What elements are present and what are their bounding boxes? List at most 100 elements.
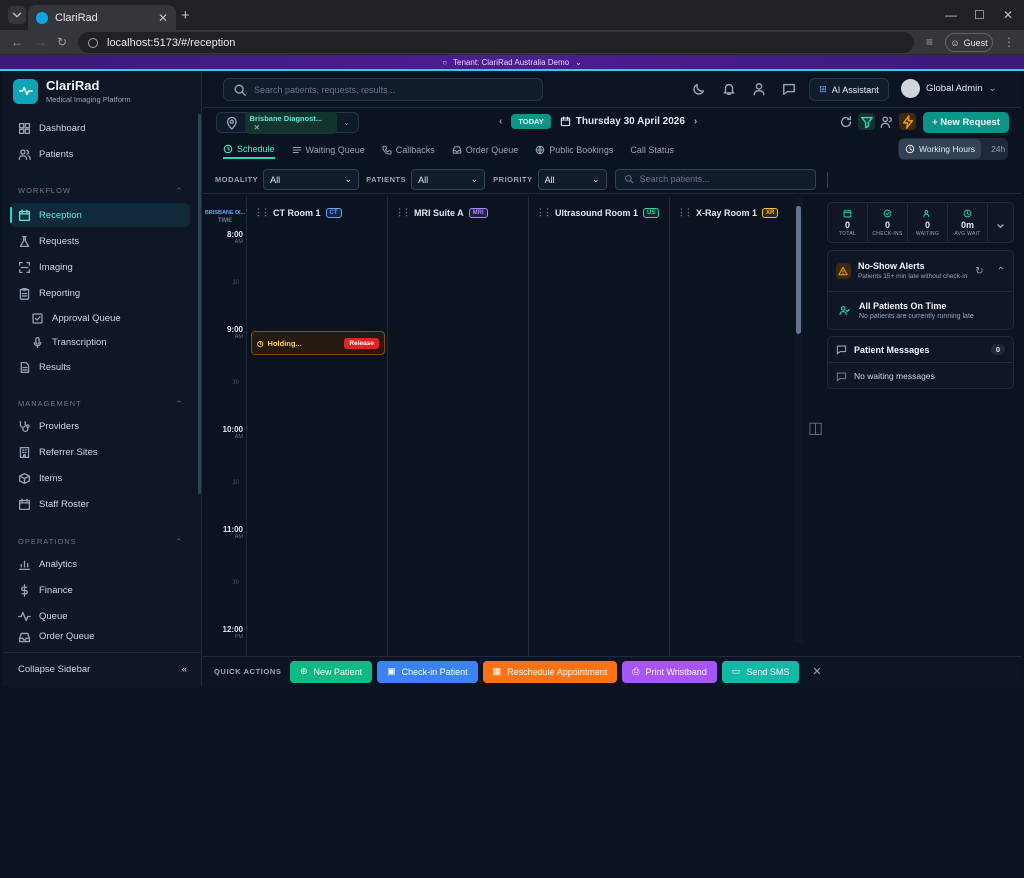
tab-search-button[interactable] xyxy=(8,6,26,24)
profile-button[interactable]: ☺ Guest xyxy=(945,33,993,52)
sidebar-item-imaging[interactable]: Imaging xyxy=(10,255,190,279)
new-patient-button[interactable]: ⊕ New Patient xyxy=(290,660,373,683)
drag-handle-icon[interactable]: ⋮⋮ xyxy=(677,207,693,218)
tab-list-icon[interactable]: ≡ xyxy=(926,35,933,49)
new-tab-button[interactable]: + xyxy=(181,7,190,24)
today-button[interactable]: TODAY xyxy=(511,114,551,129)
vertical-scrollbar[interactable] xyxy=(795,196,803,642)
room-column-us[interactable]: ⋮⋮ Ultrasound Room 1 US xyxy=(529,196,670,656)
close-tab-icon[interactable]: ✕ xyxy=(158,11,168,25)
priority-select[interactable]: All ⌄ xyxy=(537,169,607,190)
refresh-icon[interactable] xyxy=(837,113,854,130)
bell-icon[interactable] xyxy=(722,82,736,96)
check-in-patient-button[interactable]: ▣ Check-in Patient xyxy=(377,660,478,683)
panel-resize-icon[interactable]: ◫ xyxy=(808,418,823,878)
room-column-ct[interactable]: ⋮⋮ CT Room 1 CT ◷ Holding... Release xyxy=(247,196,388,656)
holding-slot[interactable]: ◷ Holding... Release xyxy=(251,331,385,355)
drag-handle-icon[interactable]: ⋮⋮ xyxy=(395,207,411,218)
room-column-xr[interactable]: ⋮⋮ X-Ray Room 1 XR xyxy=(670,196,795,656)
browser-tab[interactable]: ClariRad ✕ xyxy=(28,5,176,30)
brand[interactable]: ClariRad Medical Imaging Platform xyxy=(13,78,131,104)
send-sms-button[interactable]: ▭ Send SMS xyxy=(721,660,800,683)
sidebar-item-referrer-sites[interactable]: Referrer Sites xyxy=(10,440,190,464)
room-header[interactable]: ⋮⋮ Ultrasound Room 1 US xyxy=(536,207,660,218)
sidebar-item-dashboard[interactable]: Dashboard xyxy=(10,116,190,140)
section-workflow[interactable]: WORKFLOW ⌃ xyxy=(18,186,183,195)
modality-select[interactable]: All ⌄ xyxy=(263,169,360,190)
patients-select[interactable]: All ⌄ xyxy=(411,169,486,190)
remove-site-icon[interactable]: ✕ xyxy=(254,123,260,132)
close-window-icon[interactable]: ✕ xyxy=(1003,8,1013,22)
back-icon[interactable]: ← xyxy=(11,35,23,49)
tab-public-bookings[interactable]: Public Bookings xyxy=(535,141,613,159)
url-field[interactable]: localhost:5173/#/reception xyxy=(78,32,914,53)
sidebar-item-reporting[interactable]: Reporting xyxy=(10,281,190,305)
tab-waiting-queue[interactable]: Waiting Queue xyxy=(292,141,365,159)
site-selector[interactable]: Brisbane Diagnost... ✕ ⌄ xyxy=(216,111,359,134)
sidebar-scrollbar[interactable] xyxy=(198,114,201,494)
sidebar-item-queue[interactable]: Queue xyxy=(10,604,190,628)
prev-day-icon[interactable]: ‹ xyxy=(499,116,502,127)
forward-icon[interactable]: → xyxy=(35,35,47,49)
sidebar-item-results[interactable]: Results xyxy=(10,355,190,379)
tab-schedule[interactable]: Schedule xyxy=(223,141,275,159)
refresh-icon[interactable]: ↻ xyxy=(975,266,983,277)
messages-header[interactable]: Patient Messages 0 xyxy=(828,337,1013,363)
sidebar-item-approval-queue[interactable]: Approval Queue xyxy=(23,306,190,330)
maximize-icon[interactable]: ☐ xyxy=(974,8,985,22)
release-button[interactable]: Release xyxy=(344,337,379,349)
scroll-thumb[interactable] xyxy=(796,206,801,334)
printer-icon: ⎙ xyxy=(632,666,640,676)
sidebar-item-patients[interactable]: Patients xyxy=(10,142,190,166)
drag-handle-icon[interactable]: ⋮⋮ xyxy=(536,207,552,218)
users-icon[interactable] xyxy=(878,113,895,130)
sidebar-item-finance[interactable]: Finance xyxy=(10,578,190,602)
site-chip: Brisbane Diagnost... ✕ xyxy=(244,111,338,134)
half-hour-label: 30 xyxy=(232,280,239,286)
sidebar-item-analytics[interactable]: Analytics xyxy=(10,552,190,576)
lightning-icon[interactable] xyxy=(899,113,916,130)
site-info-icon[interactable] xyxy=(88,37,98,48)
global-search-input[interactable]: Search patients, requests, results... xyxy=(223,78,543,101)
browser-menu-icon[interactable]: ⋮ xyxy=(1003,35,1015,49)
chevron-down-icon[interactable]: ⌄ xyxy=(575,58,582,67)
room-column-mri[interactable]: ⋮⋮ MRI Suite A MRI xyxy=(388,196,529,656)
sidebar-item-transcription[interactable]: Transcription xyxy=(23,330,190,354)
print-wristband-button[interactable]: ⎙ Print Wristband xyxy=(622,660,717,683)
tab-call-status[interactable]: Call Status xyxy=(630,141,674,159)
no-show-header[interactable]: No-Show Alerts Patients 15+ min late wit… xyxy=(828,251,1013,292)
collapse-sidebar-button[interactable]: Collapse Sidebar « xyxy=(3,652,202,686)
sidebar-item-staff-roster[interactable]: Staff Roster xyxy=(10,492,190,516)
reschedule-appointment-button[interactable]: ▦ Reschedule Appointment xyxy=(482,660,618,683)
sidebar-item-providers[interactable]: Providers xyxy=(10,414,190,438)
24h-button[interactable]: 24h xyxy=(991,144,1005,154)
drag-handle-icon[interactable]: ⋮⋮ xyxy=(254,207,270,218)
chat-icon[interactable] xyxy=(782,82,796,96)
section-management[interactable]: MANAGEMENT ⌃ xyxy=(18,399,183,408)
room-header[interactable]: ⋮⋮ MRI Suite A MRI xyxy=(395,207,488,218)
room-header[interactable]: ⋮⋮ CT Room 1 CT xyxy=(254,207,342,218)
next-day-icon[interactable]: › xyxy=(694,116,697,127)
close-quick-actions-icon[interactable]: ✕ xyxy=(812,665,821,678)
section-operations[interactable]: OPERATIONS ⌃ xyxy=(18,537,183,546)
minimize-icon[interactable]: — xyxy=(945,8,957,22)
ai-assistant-button[interactable]: ⊞ AI Assistant xyxy=(809,78,889,101)
room-header[interactable]: ⋮⋮ X-Ray Room 1 XR xyxy=(677,207,779,218)
patient-search-input[interactable]: Search patients... xyxy=(614,168,816,190)
sidebar-item-items[interactable]: Items xyxy=(10,466,190,490)
sidebar-item-reception[interactable]: Reception xyxy=(10,203,190,227)
working-hours-button[interactable]: Working Hours xyxy=(899,139,982,159)
tab-order-queue[interactable]: Order Queue xyxy=(452,141,518,159)
chevron-up-icon[interactable]: ⌃ xyxy=(997,266,1005,277)
moon-icon[interactable] xyxy=(692,82,706,96)
sidebar-item-requests[interactable]: Requests xyxy=(10,229,190,253)
user-icon[interactable] xyxy=(752,82,766,96)
new-request-button[interactable]: + New Request xyxy=(923,112,1009,133)
reload-icon[interactable]: ↻ xyxy=(57,35,67,49)
sidebar-item-order-queue[interactable]: Order Queue xyxy=(10,630,190,644)
user-menu[interactable]: Global Admin ⌄ xyxy=(901,79,996,98)
chevron-down-icon[interactable]: ⌄ xyxy=(988,203,1013,242)
current-date[interactable]: Thursday 30 April 2026 xyxy=(576,116,685,127)
tab-callbacks[interactable]: Callbacks xyxy=(382,141,435,159)
filter-icon[interactable] xyxy=(858,113,875,130)
